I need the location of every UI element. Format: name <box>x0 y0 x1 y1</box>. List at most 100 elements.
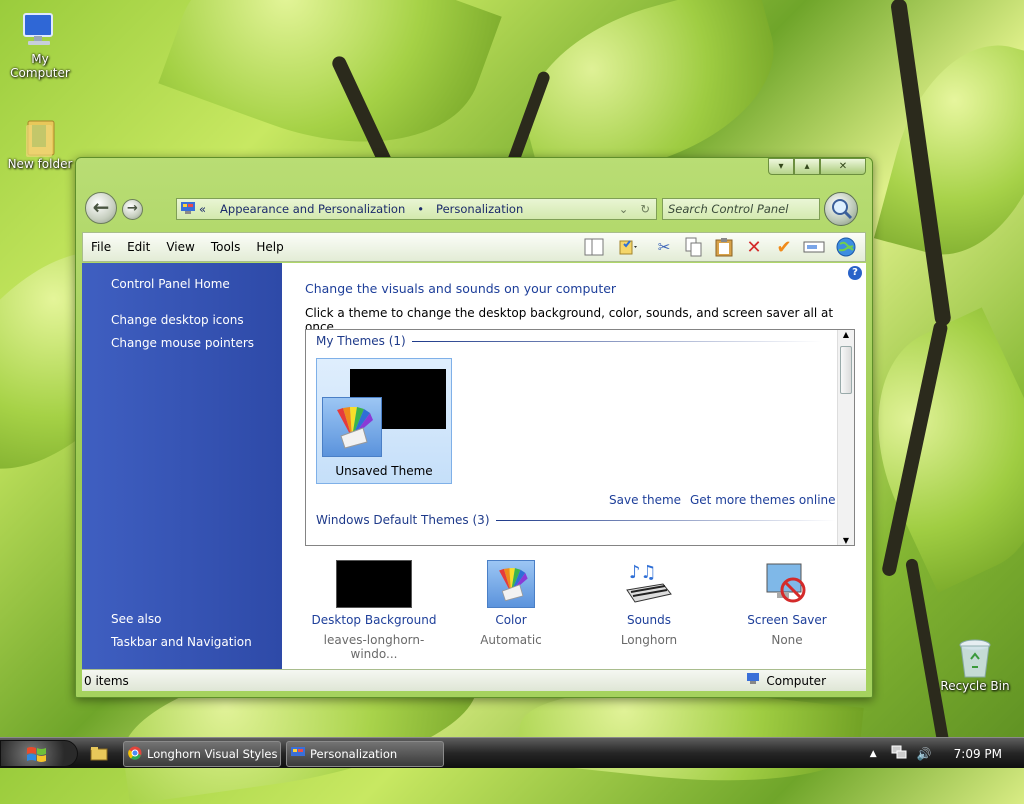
status-zone: Computer <box>766 673 826 688</box>
minimize-button[interactable]: ▾ <box>768 158 794 175</box>
theme-list-scrollbar[interactable]: ▲ ▼ <box>837 330 854 545</box>
network-icon[interactable] <box>891 745 907 762</box>
volume-icon[interactable]: 🔊 <box>917 747 932 761</box>
breadcrumb-overflow[interactable]: « <box>199 202 206 216</box>
see-also-heading: See also <box>111 612 162 626</box>
desktop-icon-my-computer[interactable]: My Computer <box>0 10 80 80</box>
control-panel-icon <box>181 201 195 217</box>
layout-icon[interactable] <box>581 235 607 259</box>
tray-overflow-icon[interactable]: ▲ <box>870 749 877 759</box>
theme-item-unsaved[interactable]: Unsaved Theme <box>316 358 452 484</box>
group-divider <box>495 519 836 521</box>
get-more-themes-link[interactable]: Get more themes online <box>690 493 836 507</box>
sounds-value: Longhorn <box>620 633 678 647</box>
control-panel-home-link[interactable]: Control Panel Home <box>111 277 230 291</box>
menu-bar: File Edit View Tools Help ✂ ✕ ✔ <box>82 232 866 262</box>
task-longhorn-visual-styles[interactable]: Longhorn Visual Styles ... <box>123 741 281 767</box>
scroll-down-icon[interactable]: ▼ <box>838 536 854 545</box>
desktop-background-setting[interactable]: Desktop Background leaves-longhorn-windo… <box>304 560 444 661</box>
rename-icon[interactable] <box>801 235 827 259</box>
desktop-background-thumbnail <box>336 560 412 608</box>
color-icon <box>487 560 535 608</box>
desktop-icon-recycle-bin[interactable]: Recycle Bin <box>935 637 1015 693</box>
sounds-setting[interactable]: ♪♫ Sounds Longhorn <box>579 560 719 647</box>
change-mouse-pointers-link[interactable]: Change mouse pointers <box>111 336 254 350</box>
my-themes-group[interactable]: My Themes (1) <box>316 334 822 348</box>
content-area: Control Panel Home Change desktop icons … <box>82 263 866 669</box>
paste-icon[interactable] <box>711 235 737 259</box>
delete-icon[interactable]: ✕ <box>741 235 767 259</box>
menu-tools[interactable]: Tools <box>203 240 249 254</box>
search-input[interactable]: Search Control Panel <box>662 198 820 220</box>
desktop-icon-new-folder[interactable]: New folder <box>0 115 80 171</box>
status-item-count: 0 items <box>84 673 129 688</box>
breadcrumb-separator: • <box>417 202 425 216</box>
desktop-background-title: Desktop Background <box>311 613 437 627</box>
desktop-icon-label: New folder <box>7 157 73 171</box>
breadcrumb-appearance[interactable]: Appearance and Personalization <box>220 202 405 216</box>
cut-icon[interactable]: ✂ <box>651 235 677 259</box>
start-button[interactable] <box>0 740 78 767</box>
close-button[interactable]: ✕ <box>820 158 866 175</box>
group-divider <box>411 340 822 342</box>
task-personalization[interactable]: Personalization <box>286 741 444 767</box>
taskbar: Longhorn Visual Styles ... Personalizati… <box>0 737 1024 768</box>
caption-buttons: ▾ ▴ ✕ <box>768 158 866 175</box>
maximize-button[interactable]: ▴ <box>794 158 820 175</box>
desktop-icon-label: Recycle Bin <box>940 679 1010 693</box>
forward-button[interactable]: → <box>122 199 143 220</box>
scroll-up-icon[interactable]: ▲ <box>838 330 854 339</box>
scrollbar-thumb[interactable] <box>840 346 852 394</box>
screen-saver-setting[interactable]: Screen Saver None <box>717 560 857 647</box>
views-icon[interactable] <box>611 235 647 259</box>
menu-view[interactable]: View <box>158 240 202 254</box>
properties-check-icon[interactable]: ✔ <box>771 235 797 259</box>
address-bar[interactable]: « Appearance and Personalization • Perso… <box>176 198 657 220</box>
color-title: Color <box>495 613 527 627</box>
personalization-window[interactable]: ▾ ▴ ✕ ← → « Appearance and Personalizati… <box>75 157 873 698</box>
copy-icon[interactable] <box>681 235 707 259</box>
breadcrumb-personalization[interactable]: Personalization <box>436 202 523 216</box>
change-desktop-icons-link[interactable]: Change desktop icons <box>111 313 244 327</box>
folder-icon <box>20 115 60 157</box>
main-pane: ? Change the visuals and sounds on your … <box>282 263 866 669</box>
help-icon[interactable]: ? <box>848 266 862 280</box>
page-title: Change the visuals and sounds on your co… <box>305 281 617 296</box>
chrome-icon <box>128 746 142 763</box>
search-button[interactable] <box>824 192 858 226</box>
back-button[interactable]: ← <box>85 192 117 224</box>
svg-text:♪♫: ♪♫ <box>629 562 657 583</box>
forward-arrow-icon: → <box>127 201 138 216</box>
computer-icon <box>20 10 60 50</box>
refresh-icon[interactable]: ↻ <box>640 202 650 216</box>
color-setting[interactable]: Color Automatic <box>441 560 581 647</box>
toolbar: ✂ ✕ ✔ <box>581 235 861 259</box>
computer-zone-icon <box>746 673 760 688</box>
taskbar-navigation-link[interactable]: Taskbar and Navigation <box>111 635 252 649</box>
default-themes-header: Windows Default Themes (3) <box>316 513 490 527</box>
menu-help[interactable]: Help <box>248 240 291 254</box>
screen-saver-icon <box>763 560 811 608</box>
back-arrow-icon: ← <box>92 195 110 219</box>
menu-edit[interactable]: Edit <box>119 240 158 254</box>
control-panel-icon <box>291 746 305 762</box>
save-theme-link[interactable]: Save theme <box>609 493 681 507</box>
clock[interactable]: 7:09 PM <box>954 747 1002 761</box>
address-dropdown-icon[interactable]: ⌄ <box>619 202 629 216</box>
globe-icon[interactable] <box>831 235 861 259</box>
task-label: Longhorn Visual Styles ... <box>147 747 281 761</box>
recycle-bin-icon <box>955 637 995 678</box>
status-bar: 0 items Computer <box>82 669 866 691</box>
menu-file[interactable]: File <box>83 240 119 254</box>
explorer-quicklaunch-icon[interactable] <box>90 745 108 764</box>
magnifier-icon <box>832 199 853 220</box>
theme-list[interactable]: My Themes (1) Unsaved Theme Save theme G… <box>305 329 855 546</box>
default-themes-group[interactable]: Windows Default Themes (3) <box>316 513 836 527</box>
color-wheel-icon <box>322 397 382 457</box>
windows-logo-icon <box>27 747 46 762</box>
theme-item-label: Unsaved Theme <box>335 464 433 478</box>
task-pane: Control Panel Home Change desktop icons … <box>82 263 282 669</box>
screen-saver-title: Screen Saver <box>747 613 827 627</box>
my-themes-header: My Themes (1) <box>316 334 406 348</box>
desktop-background-value: leaves-longhorn-windo... <box>323 633 425 661</box>
